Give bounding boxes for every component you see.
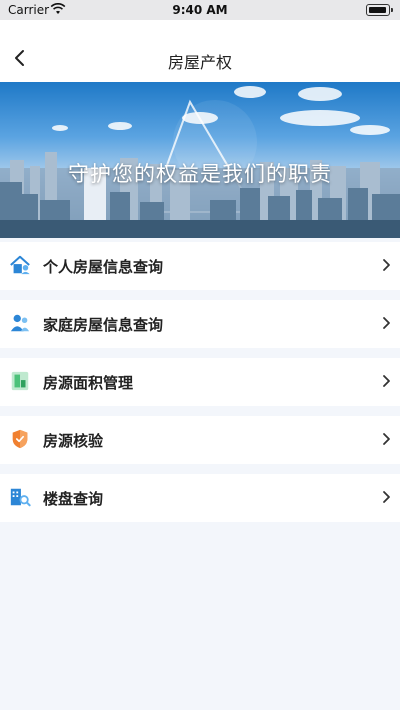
menu-item-area-management[interactable]: 房源面积管理 [0,358,400,406]
area-icon [11,371,29,391]
menu-item-label: 个人房屋信息查询 [43,258,164,276]
menu-item-family-house-query[interactable]: 家庭房屋信息查询 [0,300,400,348]
status-bar: Carrier 9:40 AM [0,0,400,20]
shield-icon [12,429,28,449]
banner-slogan: 守护您的权益是我们的职责 [68,162,332,186]
menu-item-house-verification[interactable]: 房源核验 [0,416,400,464]
chevron-right-icon [383,259,390,271]
house-user-icon [10,255,30,275]
hero-banner: 守护您的权益是我们的职责 [0,82,400,238]
chevron-right-icon [383,375,390,387]
chevron-right-icon [383,491,390,503]
menu-item-personal-house-query[interactable]: 个人房屋信息查询 [0,242,400,290]
chevron-right-icon [383,433,390,445]
menu-item-label: 楼盘查询 [43,490,104,508]
menu-item-property-search[interactable]: 楼盘查询 [0,474,400,522]
page-title: 房屋产权 [167,53,232,72]
menu-item-label: 房源面积管理 [43,374,134,392]
nav-bar: 房屋产权 [0,20,400,82]
building-search-icon [10,488,31,507]
family-icon [10,314,30,332]
battery-icon [366,4,393,16]
chevron-right-icon [383,317,390,329]
menu-item-label: 房源核验 [43,432,104,450]
clock: 9:40 AM [172,3,228,17]
menu-item-label: 家庭房屋信息查询 [43,316,164,334]
